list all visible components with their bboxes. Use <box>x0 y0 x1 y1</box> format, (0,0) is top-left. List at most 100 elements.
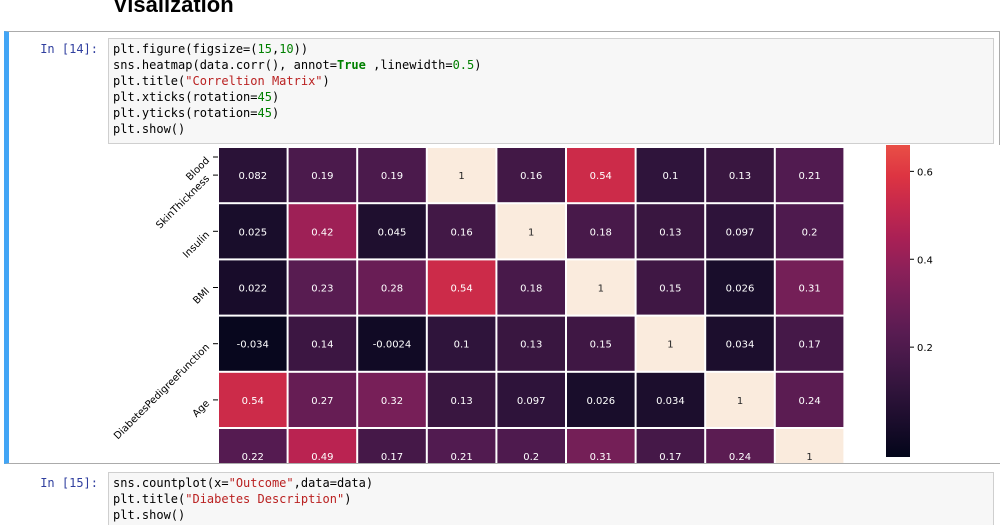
code-token: True <box>336 58 366 72</box>
code-token: ) <box>271 90 280 104</box>
code-token: "Diabetes Description" <box>185 492 345 506</box>
heatmap-cell-label: 0.13 <box>659 227 681 238</box>
heatmap-cell-label: 1 <box>806 452 812 463</box>
heatmap-cell-label: 0.17 <box>659 452 681 463</box>
heatmap-cell-label: 0.31 <box>798 284 820 295</box>
code-token: ,data=data) <box>293 476 374 490</box>
code-line: plt.title("Diabetes Description") <box>113 491 989 507</box>
heatmap-cell-label: 0.13 <box>520 340 542 351</box>
heatmap-cell-label: 0.15 <box>659 284 681 295</box>
heatmap-cell-label: 0.026 <box>726 284 755 295</box>
heatmap-cell-label: 1 <box>737 396 743 407</box>
heatmap-cell-label: 0.19 <box>311 171 333 182</box>
code-token: sns.countplot(x= <box>113 476 229 490</box>
heatmap-cell-label: 0.17 <box>381 452 403 463</box>
heatmap-cell-label: 0.23 <box>311 284 333 295</box>
code-token: ) <box>344 492 352 506</box>
code-line: plt.title("Correltion Matrix") <box>113 73 989 89</box>
code-token: plt.title( <box>113 492 186 506</box>
heatmap-cell-label: 0.13 <box>729 171 751 182</box>
heatmap-cell-label: -0.034 <box>237 340 269 351</box>
heatmap-cell-label: 1 <box>528 227 534 238</box>
heatmap-cell-label: 0.034 <box>656 396 685 407</box>
code-line: plt.xticks(rotation=45) <box>113 89 989 105</box>
code-line: sns.countplot(x="Outcome",data=data) <box>113 475 989 491</box>
heatmap-cell-label: 0.21 <box>798 171 820 182</box>
code-token: plt.xticks(rotation= <box>113 90 258 104</box>
y-tick-label: DiabetesPedigreeFunction <box>112 342 212 442</box>
code-token: ) <box>271 106 280 120</box>
colorbar <box>886 145 910 457</box>
code-editor-15[interactable]: sns.countplot(x="Outcome",data=data) plt.… <box>108 472 994 525</box>
code-line: plt.yticks(rotation=45) <box>113 105 989 121</box>
code-token: "Correltion Matrix" <box>185 74 323 88</box>
code-line: plt.show() <box>113 507 989 523</box>
heatmap-cell-label: 0.16 <box>450 227 472 238</box>
heatmap-cell-label: 0.28 <box>381 284 403 295</box>
heatmap-cell-label: -0.0024 <box>373 340 412 351</box>
heatmap-cell-label: 0.54 <box>590 171 612 182</box>
heatmap-cell-label: 0.13 <box>450 396 472 407</box>
heatmap-cell-label: 0.18 <box>520 284 542 295</box>
code-token: 45 <box>257 106 272 120</box>
heatmap-cell-label: 0.022 <box>238 284 267 295</box>
heatmap-cell-label: 1 <box>667 340 673 351</box>
code-line: plt.show() <box>113 121 989 137</box>
code-token: ,linewidth= <box>365 58 453 72</box>
code-token: sns.heatmap(data.corr(), annot= <box>113 58 337 72</box>
heatmap-cell-label: 0.026 <box>586 396 615 407</box>
heatmap-output: 0.082 0.19 0.19 1 0.16 0.54 0.1 0.13 0.21 0.025 0.… <box>10 145 1000 463</box>
code-editor-14[interactable]: plt.figure(figsize=(15,10)) sns.heatmap(d… <box>108 38 994 144</box>
heatmap-cell-label: 0.18 <box>590 227 612 238</box>
heatmap-cell-label: 0.31 <box>590 452 612 463</box>
code-token: 0.5 <box>452 58 475 72</box>
heatmap-cell-label: 0.19 <box>381 171 403 182</box>
code-line: sns.heatmap(data.corr(), annot=True ,lin… <box>113 57 989 73</box>
heatmap-cell-label: 0.22 <box>242 452 264 463</box>
heatmap-cell-label: 0.045 <box>378 227 407 238</box>
code-token: plt.show() <box>113 122 186 136</box>
heatmap-cell-label: 0.21 <box>450 452 472 463</box>
y-tick-label: BMI <box>191 286 212 307</box>
code-token: plt.yticks(rotation= <box>113 106 258 120</box>
heatmap-cell-label: 0.1 <box>662 171 678 182</box>
code-token: 10 <box>279 42 294 56</box>
colorbar-tick-label: 0.2 <box>917 343 933 354</box>
code-token: ) <box>322 74 330 88</box>
heatmap-cell-label: 0.034 <box>726 340 755 351</box>
y-tick-label: SkinThickness <box>154 173 212 231</box>
heatmap-cell-label: 0.2 <box>802 227 818 238</box>
heatmap-cell-label: 0.32 <box>381 396 403 407</box>
colorbar-tick-label: 0.6 <box>917 167 933 178</box>
code-token: 45 <box>257 90 272 104</box>
code-token: )) <box>293 42 309 56</box>
correlation-heatmap: 0.082 0.19 0.19 1 0.16 0.54 0.1 0.13 0.210.025 0.… <box>112 145 933 463</box>
y-tick-label: Insulin <box>181 230 212 261</box>
heatmap-cell-label: 0.54 <box>450 284 472 295</box>
heatmap-cell-label: 0.097 <box>517 396 546 407</box>
heatmap-cell-label: 0.16 <box>520 171 542 182</box>
heatmap-cell-label: 0.097 <box>726 227 755 238</box>
heatmap-cell-label: 0.49 <box>311 452 333 463</box>
colorbar-tick-label: 0.4 <box>917 255 933 266</box>
heatmap-cell-label: 1 <box>458 171 464 182</box>
heatmap-cell-label: 0.025 <box>238 227 267 238</box>
heatmap-cell-label: 0.17 <box>798 340 820 351</box>
heatmap-cell-label: 0.15 <box>590 340 612 351</box>
code-token: 15 <box>257 42 272 56</box>
heatmap-cell-label: 0.082 <box>238 171 267 182</box>
code-token: plt.show() <box>113 508 186 522</box>
heatmap-cell-label: 1 <box>598 284 604 295</box>
heatmap-cell-label: 0.54 <box>242 396 264 407</box>
cell-prompt-14: In [14]: <box>40 42 98 56</box>
code-line: plt.figure(figsize=(15,10)) <box>113 41 989 57</box>
code-token: plt.figure(figsize=( <box>113 42 258 56</box>
heatmap-cell-label: 0.1 <box>454 340 470 351</box>
heatmap-cell-label: 0.2 <box>523 452 539 463</box>
code-token: "Outcome" <box>228 476 294 490</box>
cell-prompt-15: In [15]: <box>40 476 98 490</box>
heatmap-cell-label: 0.14 <box>311 340 333 351</box>
heatmap-cell-label: 0.24 <box>798 396 820 407</box>
heatmap-cell-label: 0.24 <box>729 452 751 463</box>
section-heading: Visalization <box>113 0 234 17</box>
